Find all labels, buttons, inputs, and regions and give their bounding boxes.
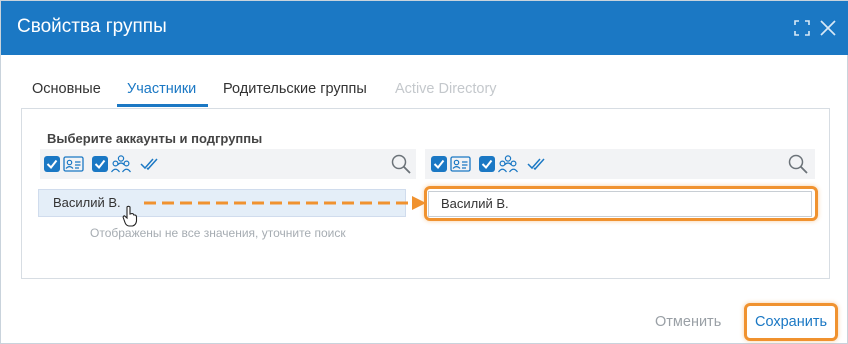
- active-tab-indicator: [117, 104, 208, 107]
- save-button[interactable]: Сохранить: [755, 314, 827, 330]
- tab-active-directory: Active Directory: [395, 81, 497, 97]
- right-list-toolbar: [425, 149, 815, 179]
- group-properties-dialog: Свойства группы Основные Участники Родит…: [0, 0, 848, 344]
- search-icon-right[interactable]: [787, 153, 809, 175]
- search-hint: Отображены не все значения, уточните пои…: [90, 226, 346, 240]
- select-all-icon-right[interactable]: [527, 153, 547, 175]
- selected-list-item[interactable]: Василий В.: [428, 191, 812, 217]
- hand-cursor-icon: [122, 205, 138, 227]
- group-icon: [479, 155, 518, 173]
- expand-icon[interactable]: [792, 18, 812, 38]
- tab-general[interactable]: Основные: [32, 81, 101, 109]
- groups-filter-toggle-right[interactable]: [479, 153, 523, 175]
- close-icon[interactable]: [818, 18, 838, 38]
- dialog-title: Свойства группы: [17, 16, 167, 37]
- user-card-icon: [44, 156, 84, 172]
- cancel-button[interactable]: Отменить: [655, 314, 721, 330]
- select-all-icon[interactable]: [140, 153, 160, 175]
- groups-filter-toggle[interactable]: [92, 153, 136, 175]
- search-icon[interactable]: [390, 153, 412, 175]
- left-list-toolbar: [40, 149, 416, 179]
- users-filter-toggle-right[interactable]: [431, 153, 477, 175]
- members-panel: Выберите аккаунты и подгруппы Василий В.…: [21, 108, 830, 279]
- user-card-icon: [431, 156, 471, 172]
- drag-arrow-icon: [144, 196, 426, 210]
- users-filter-toggle[interactable]: [44, 153, 90, 175]
- group-icon: [92, 155, 131, 173]
- section-label: Выберите аккаунты и подгруппы: [47, 131, 263, 146]
- tab-parent-groups[interactable]: Родительские группы: [223, 81, 367, 109]
- dialog-titlebar: Свойства группы: [1, 1, 848, 55]
